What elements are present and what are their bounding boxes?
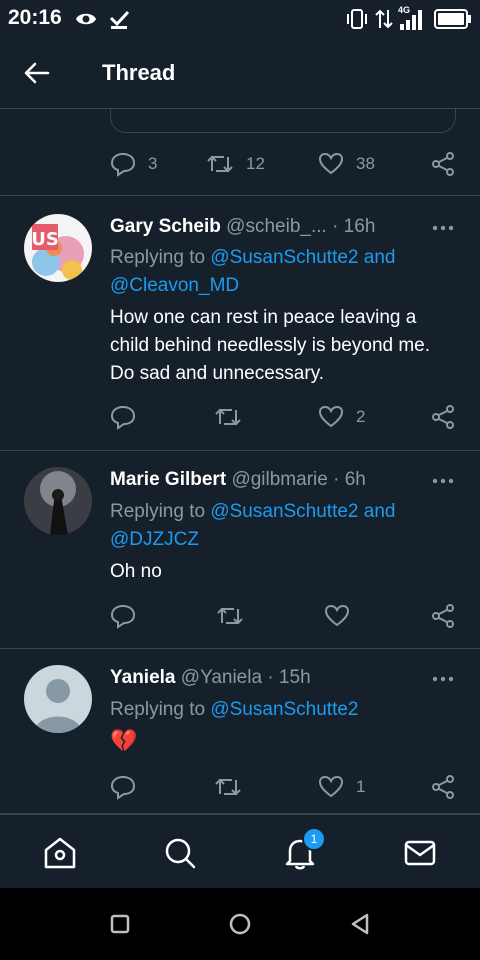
home-circle-icon[interactable] <box>228 912 252 936</box>
replying-prefix: Replying to <box>110 247 206 268</box>
vibrate-icon <box>347 9 367 29</box>
replying-and[interactable]: and <box>364 247 396 268</box>
mention-link[interactable]: @DJZJCZ <box>110 529 199 550</box>
reply-input[interactable] <box>110 109 456 133</box>
status-bar: 20:16 4G <box>0 0 480 40</box>
tweet-text: How one can rest in peace leaving a chil… <box>110 307 431 384</box>
default-avatar[interactable] <box>24 665 92 733</box>
replying-to: Replying to @SusanSchutte2 and @Cleavon_… <box>110 244 450 300</box>
retweet-button[interactable]: 12 <box>206 149 265 179</box>
status-time: 20:16 <box>8 6 62 29</box>
like-count: 38 <box>356 154 375 173</box>
tweet-actions: 1 <box>110 772 460 802</box>
retweet-icon <box>207 155 233 173</box>
more-options-icon[interactable] <box>432 675 454 683</box>
replying-prefix: Replying to <box>110 699 206 720</box>
back-triangle-icon[interactable] <box>348 912 372 936</box>
reply-count: 3 <box>148 154 158 173</box>
reply-button[interactable] <box>110 601 136 631</box>
share-icon <box>432 405 454 429</box>
signal-icon <box>400 10 422 30</box>
broken-heart-emoji: 💔 <box>110 728 138 753</box>
share-icon <box>432 152 454 176</box>
like-button[interactable]: 2 <box>318 402 365 432</box>
author-name[interactable]: Marie Gilbert <box>110 469 226 490</box>
mail-icon[interactable] <box>402 835 438 871</box>
avatar-logo-us: US <box>31 229 59 250</box>
heart-icon <box>324 604 350 627</box>
back-arrow-icon[interactable] <box>20 58 54 88</box>
share-button[interactable] <box>430 772 456 802</box>
replying-and[interactable]: and <box>364 501 396 522</box>
reply-button[interactable] <box>110 402 136 432</box>
tweet-time: · 16h <box>332 216 376 237</box>
author-handle[interactable]: @scheib_... <box>226 216 327 237</box>
battery-icon <box>434 9 471 29</box>
like-button[interactable]: 1 <box>318 772 365 802</box>
system-navigation-bar <box>0 888 480 960</box>
more-options-icon[interactable] <box>432 224 454 232</box>
retweet-button[interactable] <box>214 402 242 432</box>
author-name[interactable]: Yaniela <box>110 667 176 688</box>
tweet-text: Oh no <box>110 561 162 582</box>
tweet-time: · 15h <box>267 667 311 688</box>
bottom-nav: 1 <box>0 814 480 889</box>
like-count: 1 <box>356 777 366 796</box>
share-button[interactable] <box>430 402 456 432</box>
parent-tweet-actions: 3 12 38 <box>0 109 480 196</box>
retweet-icon <box>217 607 243 625</box>
heart-icon <box>318 152 344 175</box>
avatar[interactable]: US <box>24 214 92 282</box>
data-saver-icon <box>76 13 96 25</box>
search-icon[interactable] <box>162 835 198 871</box>
share-button[interactable] <box>430 149 456 179</box>
heart-icon <box>318 775 344 798</box>
retweet-button[interactable] <box>216 601 244 631</box>
share-button[interactable] <box>430 601 456 631</box>
tweet-actions: 3 12 38 <box>110 149 460 179</box>
retweet-button[interactable] <box>214 772 242 802</box>
retweet-icon <box>215 408 241 426</box>
tweet-actions <box>110 601 460 631</box>
author-handle[interactable]: @Yaniela <box>181 667 262 688</box>
notification-badge: 1 <box>302 827 326 851</box>
replying-to: Replying to @SusanSchutte2 and @DJZJCZ <box>110 498 450 554</box>
share-icon <box>432 775 454 799</box>
reply-icon <box>110 405 136 430</box>
reply-icon <box>110 604 136 629</box>
mention-link[interactable]: @SusanSchutte2 <box>210 501 358 522</box>
tweet-marie-gilbert[interactable]: Marie Gilbert @gilbmarie · 6h Replying t… <box>0 451 480 649</box>
reply-icon <box>110 775 136 800</box>
retweet-icon <box>215 778 241 796</box>
like-button[interactable] <box>324 601 350 631</box>
tweet-yaniela[interactable]: Yaniela @Yaniela · 15h Replying to @Susa… <box>0 649 480 814</box>
more-options-icon[interactable] <box>432 477 454 485</box>
app-header: Thread <box>0 40 480 109</box>
author-handle[interactable]: @gilbmarie <box>231 469 327 490</box>
recents-square-icon[interactable] <box>108 912 132 936</box>
reply-icon <box>110 152 136 177</box>
mention-link[interactable]: @SusanSchutte2 <box>210 247 358 268</box>
page-title: Thread <box>102 60 176 85</box>
mention-link[interactable]: @SusanSchutte2 <box>210 699 358 720</box>
replying-prefix: Replying to <box>110 501 206 522</box>
download-done-icon <box>109 10 130 29</box>
tweet-gary-scheib[interactable]: US Gary Scheib @scheib_... · 16h Replyin… <box>0 196 480 451</box>
reply-button[interactable] <box>110 772 136 802</box>
author-name[interactable]: Gary Scheib <box>110 216 221 237</box>
heart-icon <box>318 405 344 428</box>
like-count: 2 <box>356 407 366 426</box>
like-button[interactable]: 38 <box>318 149 375 179</box>
retweet-count: 12 <box>246 154 265 173</box>
mention-link[interactable]: @Cleavon_MD <box>110 275 239 296</box>
reply-button[interactable]: 3 <box>110 149 157 179</box>
share-icon <box>432 604 454 628</box>
replying-to: Replying to @SusanSchutte2 <box>110 696 450 724</box>
home-icon[interactable] <box>42 835 78 871</box>
tweet-actions: 2 <box>110 402 460 432</box>
data-transfer-icon <box>375 9 393 29</box>
tweet-time: · 6h <box>333 469 366 490</box>
avatar[interactable] <box>24 467 92 535</box>
